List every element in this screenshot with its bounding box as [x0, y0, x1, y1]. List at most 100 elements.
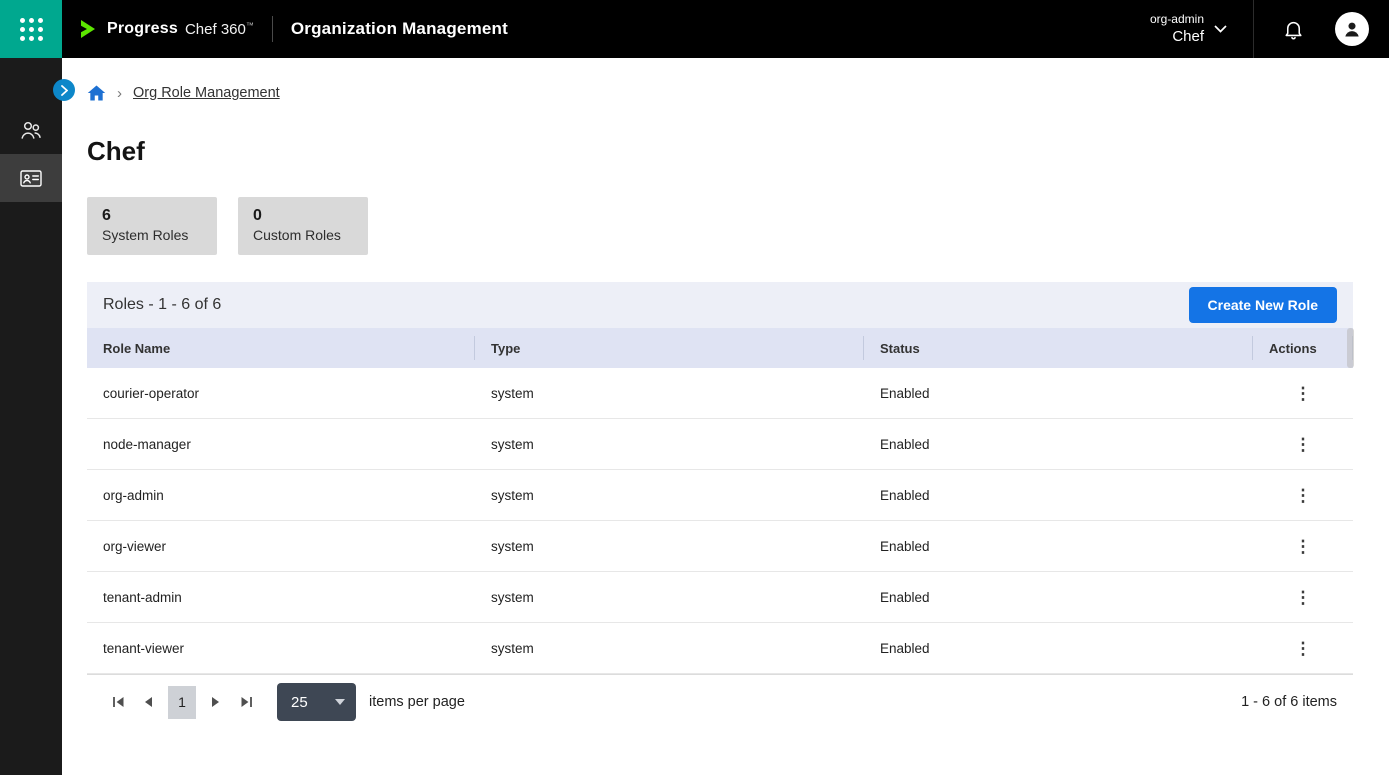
app-grid-icon	[20, 18, 43, 41]
column-header-actions: Actions	[1253, 336, 1353, 360]
next-page-icon	[210, 695, 222, 709]
roles-table-card: Roles - 1 - 6 of 6 Create New Role Role …	[87, 282, 1353, 729]
app-title: Organization Management	[291, 19, 508, 39]
next-page-button[interactable]	[201, 687, 231, 717]
cell-role-name: node-manager	[87, 437, 475, 452]
brand-name: Progress	[107, 20, 178, 38]
table-body: courier-operator system Enabled ⋮ node-m…	[87, 368, 1353, 674]
cell-actions: ⋮	[1253, 534, 1353, 559]
sidebar-item-users[interactable]	[0, 106, 62, 154]
pagination-bar: 1 25 items per page 1 - 6 of 6 items	[87, 674, 1353, 729]
cell-type: system	[475, 386, 864, 401]
cell-actions: ⋮	[1253, 585, 1353, 610]
last-page-button[interactable]	[231, 687, 261, 717]
header-divider	[272, 16, 273, 42]
account-switcher[interactable]: org-admin Chef	[1150, 11, 1204, 47]
breadcrumb-separator: ›	[117, 85, 122, 102]
first-page-button[interactable]	[103, 687, 133, 717]
breadcrumb-home-link[interactable]	[87, 84, 106, 102]
left-sidebar	[0, 58, 62, 775]
home-icon	[87, 84, 106, 102]
main-content: › Org Role Management Chef 6 System Role…	[62, 0, 1389, 729]
column-header-role-name: Role Name	[87, 336, 475, 360]
column-header-type: Type	[475, 336, 864, 360]
roles-table-header-bar: Roles - 1 - 6 of 6 Create New Role	[87, 282, 1353, 328]
notifications-button[interactable]	[1282, 18, 1305, 41]
cell-role-name: tenant-viewer	[87, 641, 475, 656]
cell-type: system	[475, 539, 864, 554]
progress-logo-icon	[78, 19, 100, 39]
custom-roles-count: 0	[253, 207, 353, 225]
row-actions-menu-icon[interactable]: ⋮	[1287, 381, 1320, 406]
table-row: courier-operator system Enabled ⋮	[87, 368, 1353, 419]
chevron-down-icon[interactable]	[1214, 25, 1227, 33]
header-icon-group	[1253, 0, 1389, 58]
page-size-select[interactable]: 25	[277, 683, 356, 721]
row-actions-menu-icon[interactable]: ⋮	[1287, 483, 1320, 508]
create-new-role-button[interactable]: Create New Role	[1189, 287, 1337, 323]
table-scrollbar[interactable]	[1347, 328, 1354, 368]
top-header: Progress Chef 360™ Organization Manageme…	[0, 0, 1389, 58]
row-actions-menu-icon[interactable]: ⋮	[1287, 534, 1320, 559]
previous-page-icon	[142, 695, 154, 709]
table-row: node-manager system Enabled ⋮	[87, 419, 1353, 470]
table-row: tenant-admin system Enabled ⋮	[87, 572, 1353, 623]
previous-page-button[interactable]	[133, 687, 163, 717]
current-page-button[interactable]: 1	[168, 686, 196, 719]
row-actions-menu-icon[interactable]: ⋮	[1287, 636, 1320, 661]
pagination-range-label: 1 - 6 of 6 items	[1241, 694, 1337, 710]
cell-status: Enabled	[864, 488, 1253, 503]
cell-actions: ⋮	[1253, 483, 1353, 508]
roles-table-title: Roles - 1 - 6 of 6	[103, 296, 221, 314]
cell-actions: ⋮	[1253, 636, 1353, 661]
cell-role-name: org-admin	[87, 488, 475, 503]
column-header-status: Status	[864, 336, 1253, 360]
cell-actions: ⋮	[1253, 381, 1353, 406]
account-org: Chef	[1150, 27, 1204, 47]
breadcrumb: › Org Role Management	[87, 84, 1353, 102]
items-per-page-label: items per page	[369, 694, 465, 710]
table-row: org-admin system Enabled ⋮	[87, 470, 1353, 521]
cell-type: system	[475, 590, 864, 605]
page-size-value: 25	[291, 694, 308, 711]
system-roles-count: 6	[102, 207, 202, 225]
table-row: tenant-viewer system Enabled ⋮	[87, 623, 1353, 674]
user-icon	[1342, 19, 1362, 39]
trademark: ™	[246, 21, 254, 30]
header-right: org-admin Chef	[1150, 0, 1389, 58]
sidebar-expand-button[interactable]	[53, 79, 75, 101]
stat-card-system-roles: 6 System Roles	[87, 197, 217, 255]
sidebar-item-org-roles[interactable]	[0, 154, 62, 202]
users-icon	[19, 119, 43, 141]
cell-type: system	[475, 437, 864, 452]
cell-status: Enabled	[864, 590, 1253, 605]
cell-type: system	[475, 488, 864, 503]
cell-status: Enabled	[864, 386, 1253, 401]
row-actions-menu-icon[interactable]: ⋮	[1287, 585, 1320, 610]
first-page-icon	[111, 695, 126, 709]
last-page-icon	[239, 695, 254, 709]
cell-type: system	[475, 641, 864, 656]
bell-icon	[1282, 18, 1305, 41]
brand-logo: Progress Chef 360™	[78, 19, 254, 39]
breadcrumb-link-org-role-management[interactable]: Org Role Management	[133, 85, 280, 101]
product-name: Chef 360™	[185, 21, 254, 38]
cell-status: Enabled	[864, 437, 1253, 452]
cell-actions: ⋮	[1253, 432, 1353, 457]
page-title: Chef	[87, 136, 1353, 167]
account-role: org-admin	[1150, 11, 1204, 27]
stat-card-custom-roles: 0 Custom Roles	[238, 197, 368, 255]
table-row: org-viewer system Enabled ⋮	[87, 521, 1353, 572]
stats-row: 6 System Roles 0 Custom Roles	[87, 197, 1353, 255]
role-badge-icon	[19, 167, 43, 189]
cell-status: Enabled	[864, 641, 1253, 656]
row-actions-menu-icon[interactable]: ⋮	[1287, 432, 1320, 457]
cell-role-name: tenant-admin	[87, 590, 475, 605]
app-launcher-button[interactable]	[0, 0, 62, 58]
select-caret-icon	[335, 699, 345, 705]
system-roles-label: System Roles	[102, 227, 202, 243]
user-avatar-button[interactable]	[1335, 12, 1369, 46]
cell-role-name: org-viewer	[87, 539, 475, 554]
cell-status: Enabled	[864, 539, 1253, 554]
cell-role-name: courier-operator	[87, 386, 475, 401]
